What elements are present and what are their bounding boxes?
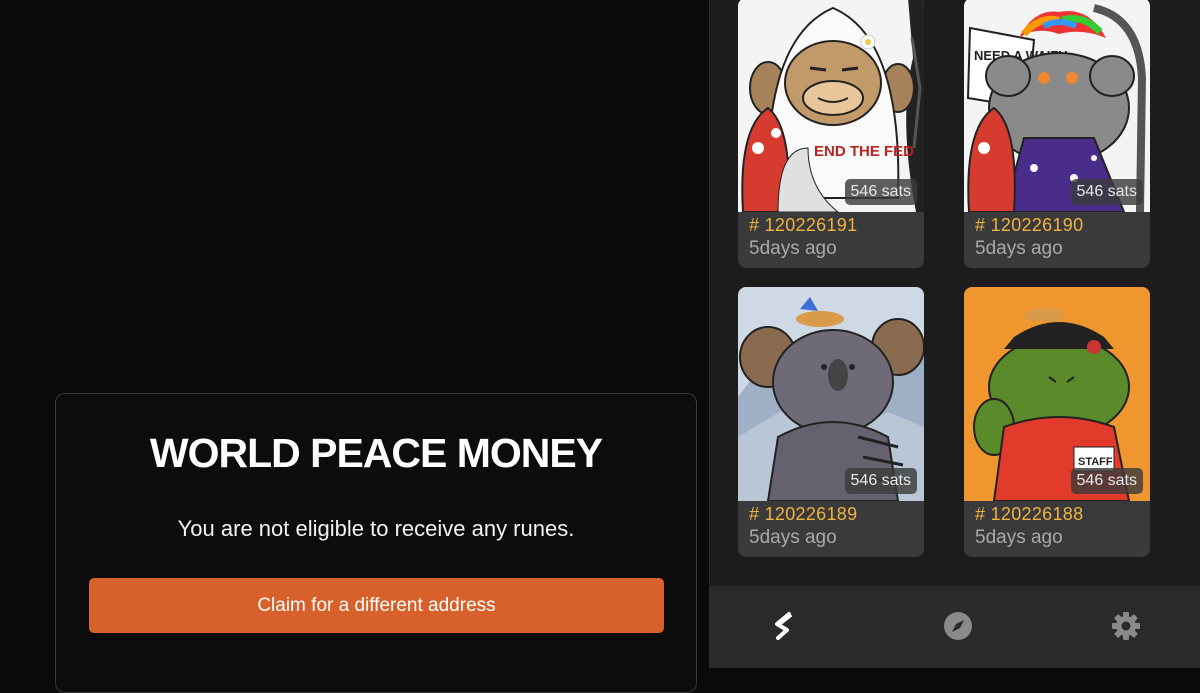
- inscription-age: 5days ago: [749, 238, 837, 259]
- inscription-age: 5days ago: [749, 527, 837, 548]
- price-badge: 546 sats: [1070, 179, 1143, 205]
- claim-different-address-button[interactable]: Claim for a different address: [89, 578, 664, 633]
- inscription-card[interactable]: STAFF 546 sats # 120226188 5days ago: [964, 287, 1150, 557]
- wallet-panel: END THE FED 546 sats # 120226191 5days a…: [709, 0, 1200, 668]
- inscription-number: # 120226189: [749, 504, 858, 524]
- claim-card: WORLD PEACE MONEY You are not eligible t…: [55, 393, 697, 693]
- claim-title: WORLD PEACE MONEY: [149, 430, 603, 476]
- inscription-card[interactable]: 546 sats # 120226189 5days ago: [738, 287, 924, 557]
- price-badge: 546 sats: [844, 179, 917, 205]
- inscription-number: # 120226190: [975, 215, 1084, 235]
- bottom-navigation: [710, 586, 1200, 668]
- inscription-number: # 120226188: [975, 504, 1084, 524]
- price-badge: 546 sats: [844, 468, 917, 494]
- inscription-number: # 120226191: [749, 215, 858, 235]
- card1-shirt-text: END THE FED: [814, 143, 914, 160]
- card4-shirt-text: STAFF: [1078, 456, 1113, 468]
- inscription-card[interactable]: END THE FED 546 sats # 120226191 5days a…: [738, 0, 924, 268]
- eligibility-message: You are not eligible to receive any rune…: [177, 516, 575, 541]
- inscription-age: 5days ago: [975, 527, 1063, 548]
- inscription-card[interactable]: NEED A WAIFU 546 sats # 120226190 5days …: [964, 0, 1150, 268]
- inscription-age: 5days ago: [975, 238, 1063, 259]
- claim-area: WORLD PEACE MONEY You are not eligible t…: [0, 0, 709, 693]
- price-badge: 546 sats: [1070, 468, 1143, 494]
- gear-icon[interactable]: [1108, 608, 1144, 644]
- runes-logo-icon[interactable]: [766, 608, 802, 644]
- compass-icon[interactable]: [940, 608, 976, 644]
